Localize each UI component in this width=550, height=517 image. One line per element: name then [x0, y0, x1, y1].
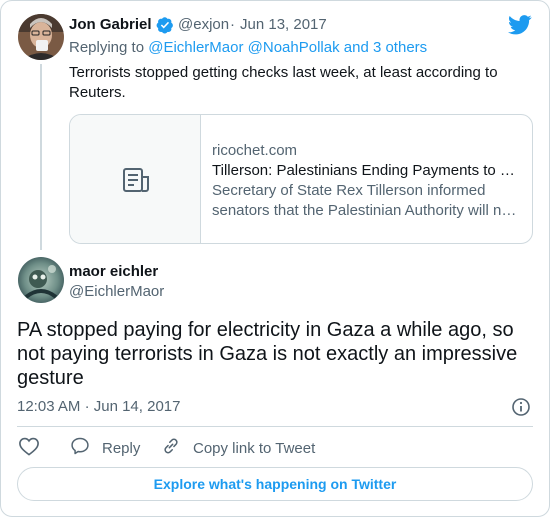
link-icon: [161, 436, 193, 460]
replying-others-link[interactable]: and 3 others: [344, 39, 427, 56]
replying-prefix: Replying to: [69, 39, 145, 56]
verified-badge-icon: [156, 16, 174, 34]
heart-icon: [18, 436, 52, 460]
link-preview-description-line1: Secretary of State Rex Tillerson informe…: [212, 182, 486, 199]
parent-separator: ·: [230, 16, 235, 33]
tweet-text: PA stopped paying for electricity in Gaz…: [17, 319, 518, 389]
replying-to: Replying to @EichlerMaor @NoahPollak and…: [69, 39, 427, 56]
thread-connector-line: [40, 64, 42, 250]
tweet-timestamp[interactable]: 12:03 AM · Jun 14, 2017: [17, 398, 180, 415]
parent-author-name[interactable]: Jon Gabriel: [69, 16, 152, 33]
info-icon[interactable]: [511, 397, 531, 417]
tweet-time[interactable]: 12:03 AM: [17, 398, 80, 415]
parent-date-link[interactable]: Jun 13, 2017: [240, 16, 327, 33]
author-handle[interactable]: @EichlerMaor: [69, 283, 164, 300]
link-preview-title: Tillerson: Palestinians Ending Payments …: [212, 162, 515, 179]
copy-link-button[interactable]: Copy link to Tweet: [161, 437, 315, 459]
link-preview-domain: ricochet.com: [212, 142, 298, 159]
reply-label: Reply: [102, 439, 141, 457]
link-preview-card[interactable]: ricochet.com Tillerson: Palestinians End…: [69, 114, 533, 244]
like-button[interactable]: [18, 437, 52, 459]
twitter-bird-icon[interactable]: [508, 14, 532, 36]
link-preview-description-line2: senators that the Palestinian Authority …: [212, 202, 517, 219]
article-icon: [122, 167, 150, 193]
tweet-separator: ·: [84, 398, 90, 415]
tweet-date[interactable]: Jun 14, 2017: [94, 398, 181, 415]
copy-link-label: Copy link to Tweet: [193, 439, 316, 457]
reply-icon: [70, 436, 102, 460]
reply-button[interactable]: Reply: [70, 437, 140, 459]
replying-users-link[interactable]: @EichlerMaor @NoahPollak: [148, 39, 339, 56]
avatar-jon-gabriel[interactable]: [18, 14, 64, 60]
author-name[interactable]: maor eichler: [69, 263, 158, 280]
parent-author-handle[interactable]: @exjon: [178, 16, 229, 33]
explore-twitter-button[interactable]: Explore what's happening on Twitter: [17, 467, 533, 501]
parent-tweet-text: Terrorists stopped getting checks last w…: [69, 64, 498, 101]
link-preview-thumbnail: [70, 115, 201, 243]
avatar-maor-eichler[interactable]: [18, 257, 64, 303]
link-preview-text: ricochet.com Tillerson: Palestinians End…: [212, 141, 520, 221]
divider: [17, 426, 533, 427]
